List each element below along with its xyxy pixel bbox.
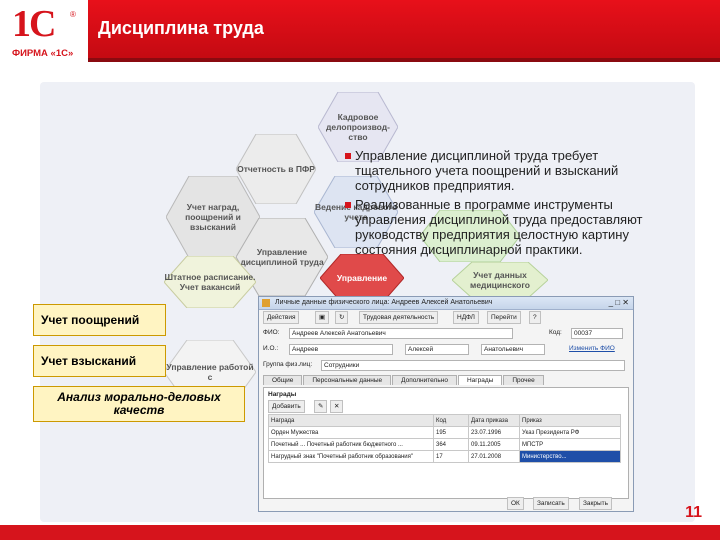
cell: 09.11.2005 [468,438,520,451]
table-row[interactable]: Орден Мужества 195 23.07.1996 Указ Прези… [268,426,621,439]
column-header[interactable]: Код [433,414,469,427]
close-button[interactable]: Закрыть [579,497,613,510]
tab-awards[interactable]: Награды [457,375,503,385]
tab-personal[interactable]: Персональные данные [303,375,392,385]
hex-label: Штатное расписание. Учет вакансий [164,271,256,292]
ok-button[interactable]: ОК [507,497,524,510]
logo-firm-name: ФИРМА «1С» [12,48,74,59]
column-header[interactable]: Приказ [519,414,621,427]
title-underline [88,58,720,62]
cell: Почетный ... Почетный работник бюджетног… [268,438,434,451]
callout-rewards: Учет поощрений [33,304,166,336]
footer-bar [0,525,720,540]
cell: Нагрудный знак "Почетный работник образо… [268,450,434,463]
awards-panel: Награды Добавить ✎ ✕ Награда Код Дата пр… [263,387,629,499]
cell: 27.01.2008 [468,450,520,463]
labor-activity-button[interactable]: Трудовая деятельность [359,311,439,324]
edit-icon[interactable]: ✎ [314,400,328,413]
column-header[interactable]: Дата приказа [468,414,520,427]
fio-label: ФИО: [263,329,280,336]
title-bar: Дисциплина труда [88,0,720,58]
cell: Орден Мужества [268,426,434,439]
cell: 23.07.1996 [468,426,520,439]
cell: 195 [433,426,469,439]
slide-title: Дисциплина труда [98,18,264,38]
hex-staffing: Штатное расписание. Учет вакансий [164,256,256,308]
add-award-button[interactable]: Добавить [268,400,305,413]
window-titlebar: Личные данные физического лица: Андреев … [259,297,633,310]
firstname-field[interactable]: Алексей [405,344,469,355]
group-field[interactable]: Сотрудники [321,360,625,371]
tab-general[interactable]: Общие [263,375,303,385]
middlename-field[interactable]: Анатольевич [481,344,545,355]
tab-strip: Общие Персональные данные Дополнительно Наг… [263,375,545,387]
bullet-item: Реализованные в программе инструменты уп… [345,197,675,257]
page-number: 11 [685,504,702,521]
bullet-item: Управление дисциплиной труда требует тща… [345,148,675,193]
hex-management-red: Управление [320,254,404,302]
company-logo: 1С ® ФИРМА «1С» [12,3,82,62]
window-controls[interactable]: _ □ ✕ [609,298,629,307]
column-header[interactable]: Награда [268,414,434,427]
change-fio-link[interactable]: Изменить ФИО [569,343,615,354]
cell: МПСТР [519,438,621,451]
code-label: Код: [549,329,562,336]
window-icon [262,299,270,307]
actions-menu[interactable]: Действия [263,311,300,324]
logo-registered: ® [70,10,76,19]
hex-medical-data: Учет данных медицинского [452,262,548,298]
save-icon[interactable]: ▣ [315,311,330,324]
cell: Указ Президента РФ [519,426,621,439]
cell: 17 [433,450,469,463]
refresh-icon[interactable]: ↻ [335,311,349,324]
lastname-field[interactable]: Андреев [289,344,393,355]
cell-selected[interactable]: Министерство... [519,450,621,463]
go-to-menu[interactable]: Перейти [487,311,521,324]
awards-table: Награда Код Дата приказа Приказ Орден Му… [268,414,621,463]
window-title: Личные данные физического лица: Андреев … [275,299,493,306]
tab-other[interactable]: Прочее [503,375,544,385]
awards-section-title: Награды [268,391,297,398]
tab-additional[interactable]: Дополнительно [392,375,457,385]
code-field[interactable]: 00037 [571,328,623,339]
slide-header: 1С ® ФИРМА «1С» Дисциплина труда [0,0,720,70]
names-label: И.О.: [263,345,279,352]
group-label: Группа физ.лиц: [263,361,313,368]
delete-icon[interactable]: ✕ [330,400,344,413]
app-window: Личные данные физического лица: Андреев … [258,296,634,512]
callout-analysis: Анализ морально-деловых качеств [33,386,245,422]
toolbar: Действия ▣ ↻ Трудовая деятельность НДФЛ … [259,311,633,324]
callout-penalties: Учет взысканий [33,345,166,377]
hex-label: Управление [336,272,388,283]
table-header-row: Награда Код Дата приказа Приказ [268,414,621,427]
bullet-list: Управление дисциплиной труда требует тща… [345,148,675,261]
logo-mark: 1С [12,3,56,45]
hex-label: Учет данных медицинского [470,269,530,290]
cell: 364 [433,438,469,451]
help-icon[interactable]: ? [529,311,541,324]
write-button[interactable]: Записать [533,497,569,510]
status-buttons: ОК Записать Закрыть [259,497,633,510]
fio-field[interactable]: Андреев Алексей Анатольевич [289,328,513,339]
table-row[interactable]: Почетный ... Почетный работник бюджетног… [268,438,621,451]
table-row[interactable]: Нагрудный знак "Почетный работник образо… [268,450,621,463]
ndfl-button[interactable]: НДФЛ [453,311,479,324]
